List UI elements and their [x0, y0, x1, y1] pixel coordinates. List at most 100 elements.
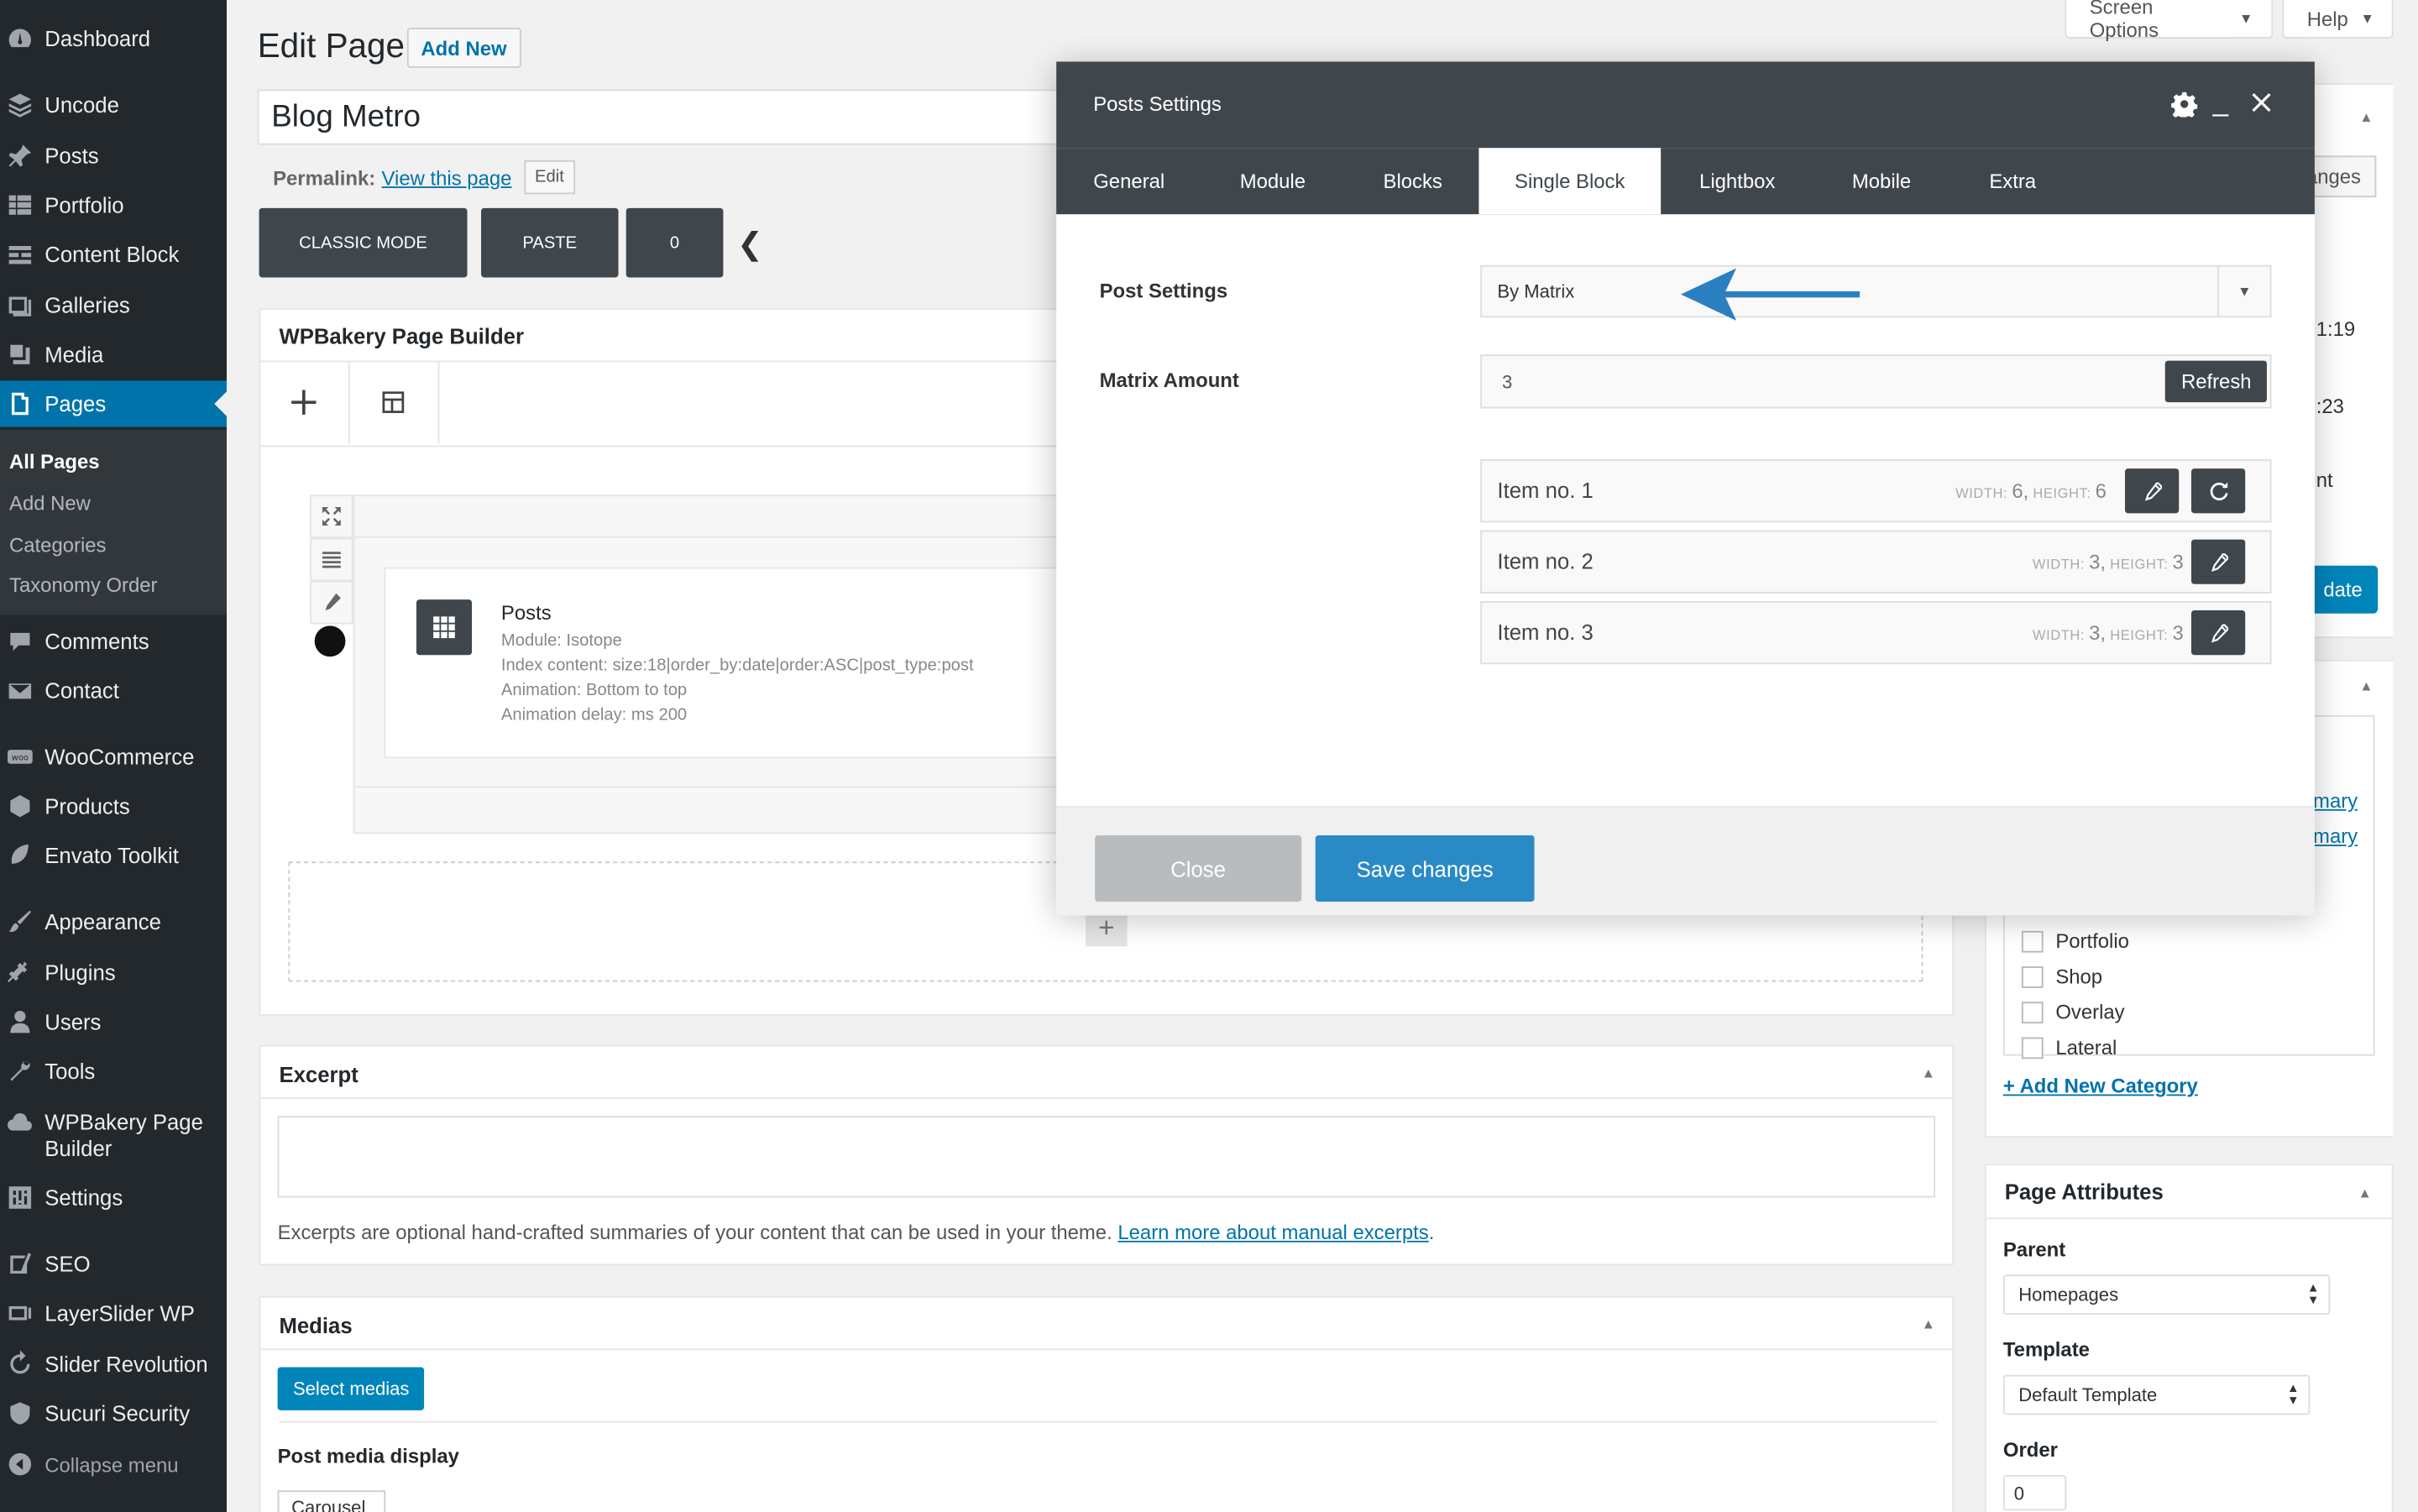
collapse-arrow-icon[interactable]: ▲: [1922, 1316, 1935, 1332]
pencil-icon: [325, 593, 341, 611]
collapse-arrow-icon[interactable]: ▲: [2359, 109, 2373, 124]
add-element-button[interactable]: [259, 360, 350, 444]
classic-mode-button[interactable]: CLASSIC MODE: [259, 207, 468, 278]
screen-options-tab[interactable]: Screen Options ▼: [2065, 0, 2274, 42]
sidebar-item-posts[interactable]: Posts: [0, 133, 227, 179]
slider-icon: [5, 1298, 36, 1329]
add-new-category-link[interactable]: + Add New Category: [2003, 1075, 2198, 1098]
category-portfolio[interactable]: Portfolio: [2021, 929, 2129, 953]
close-button[interactable]: Close: [1095, 835, 1302, 902]
row-fullscreen-button[interactable]: [310, 494, 353, 538]
submenu-taxonomy-order[interactable]: Taxonomy Order: [9, 573, 157, 597]
posts-settings-modal: Posts Settings _ General Module Blocks S…: [1056, 61, 2315, 916]
sidebar-item-seo[interactable]: SEO: [0, 1241, 227, 1287]
sidebar-item-users[interactable]: Users: [0, 999, 227, 1045]
sidebar-item-content-block[interactable]: Content Block: [0, 231, 227, 277]
category-shop[interactable]: Shop: [2021, 965, 2102, 988]
sidebar-item-woocommerce[interactable]: woo WooCommerce: [0, 734, 227, 780]
sidebar-item-contact[interactable]: Contact: [0, 667, 227, 714]
counter-button[interactable]: 0: [625, 207, 724, 278]
checkbox[interactable]: [2021, 1036, 2044, 1059]
edit-item-button[interactable]: [2124, 468, 2180, 514]
permalink-edit-button[interactable]: Edit: [524, 160, 575, 195]
tab-module[interactable]: Module: [1240, 148, 1306, 214]
sidebar-item-portfolio[interactable]: Portfolio: [0, 182, 227, 228]
category-lateral[interactable]: Lateral: [2021, 1036, 2117, 1059]
row-color-dot[interactable]: [314, 625, 346, 657]
collapse-menu-button[interactable]: Collapse menu: [0, 1441, 227, 1488]
order-value: 0: [2013, 1482, 2025, 1504]
submenu-add-new[interactable]: Add New: [9, 492, 91, 515]
checkbox[interactable]: [2021, 965, 2044, 987]
tab-mobile[interactable]: Mobile: [1852, 148, 1911, 214]
reset-item-button[interactable]: [2190, 468, 2246, 514]
help-tab[interactable]: Help ▼: [2282, 0, 2394, 39]
sidebar-item-appearance[interactable]: Appearance: [0, 898, 227, 944]
wpbakery-title: WPBakery Page Builder: [279, 323, 524, 348]
sidebar-item-slider-revolution[interactable]: Slider Revolution: [0, 1341, 227, 1387]
submenu-all-pages[interactable]: All Pages: [9, 450, 100, 473]
add-new-button[interactable]: Add New: [406, 28, 521, 68]
paste-button[interactable]: PASTE: [481, 207, 619, 278]
primary-link-2[interactable]: mary: [2313, 824, 2358, 848]
row-edit-button[interactable]: [310, 581, 353, 625]
tab-extra[interactable]: Extra: [1989, 148, 2036, 214]
category-overlay[interactable]: Overlay: [2021, 1000, 2125, 1023]
sidebar-item-layerslider[interactable]: LayerSlider WP: [0, 1290, 227, 1337]
box-icon: [5, 791, 36, 822]
template-select[interactable]: Default Template ▲ ▼: [2002, 1374, 2311, 1415]
checkbox[interactable]: [2021, 929, 2044, 952]
row-layout-button[interactable]: [310, 537, 353, 582]
sidebar-item-galleries[interactable]: Galleries: [0, 282, 227, 328]
sidebar-item-tools[interactable]: Tools: [0, 1048, 227, 1094]
tab-blocks[interactable]: Blocks: [1384, 148, 1442, 214]
post-title-input[interactable]: Blog Metro: [257, 89, 1091, 145]
sidebar-item-envato-toolkit[interactable]: Envato Toolkit: [0, 832, 227, 878]
collapse-arrow-icon[interactable]: ▲: [2358, 1185, 2371, 1201]
close-icon[interactable]: [2252, 92, 2272, 120]
permalink-link[interactable]: View this page: [382, 165, 512, 189]
post-settings-select[interactable]: By Matrix ▼: [1480, 264, 2272, 318]
sidebar-item-products[interactable]: Products: [0, 783, 227, 829]
help-label: Help: [2306, 7, 2348, 30]
excerpt-learn-more-link[interactable]: Learn more about manual excerpts: [1117, 1221, 1428, 1244]
height-value: 3: [2172, 550, 2184, 573]
sidebar-item-uncode[interactable]: Uncode: [0, 81, 227, 128]
sidebar-item-dashboard[interactable]: Dashboard: [0, 15, 227, 61]
matrix-amount-input[interactable]: 3 Refresh: [1480, 354, 2272, 409]
checkbox[interactable]: [2021, 1001, 2044, 1023]
collapse-arrow-icon[interactable]: ▲: [1922, 1065, 1935, 1080]
excerpt-help: Excerpts are optional hand-crafted summa…: [278, 1221, 1435, 1244]
post-media-display-select[interactable]: Carousel: [277, 1490, 386, 1512]
tab-general[interactable]: General: [1093, 148, 1165, 214]
gear-icon[interactable]: [2171, 91, 2198, 124]
height-label: HEIGHT:: [2110, 627, 2169, 643]
sidebar-item-comments[interactable]: Comments: [0, 618, 227, 664]
edit-item-button[interactable]: [2190, 610, 2246, 656]
posts-element[interactable]: Posts Module: Isotope Index content: siz…: [384, 567, 1066, 759]
chevron-left-icon[interactable]: ❮: [737, 225, 763, 264]
select-medias-button[interactable]: Select medias: [277, 1367, 425, 1410]
parent-select[interactable]: Homepages ▲ ▼: [2002, 1274, 2331, 1316]
sidebar-item-media[interactable]: Media: [0, 332, 227, 378]
save-changes-button[interactable]: Save changes: [1315, 835, 1535, 902]
refresh-button[interactable]: Refresh: [2165, 360, 2267, 403]
matrix-item-dims: WIDTH: 3, HEIGHT: 3: [2033, 550, 2184, 573]
sidebar-item-plugins[interactable]: Plugins: [0, 950, 227, 996]
templates-button[interactable]: [348, 360, 440, 444]
sidebar-item-pages[interactable]: Pages: [0, 380, 227, 427]
tab-single-block[interactable]: Single Block: [1479, 148, 1662, 215]
collapse-arrow-icon[interactable]: ▲: [2359, 678, 2373, 693]
excerpt-textarea[interactable]: [277, 1116, 1936, 1198]
modal-tabs: General Module Blocks Single Block Light…: [1056, 148, 2315, 215]
sidebar-item-wpbakery[interactable]: WPBakery Page Builder: [0, 1108, 227, 1169]
primary-link-1[interactable]: mary: [2313, 789, 2358, 813]
minimize-icon[interactable]: _: [2213, 86, 2228, 119]
order-input[interactable]: 0: [2002, 1474, 2067, 1511]
sidebar-item-settings[interactable]: Settings: [0, 1175, 227, 1221]
tab-lightbox[interactable]: Lightbox: [1699, 148, 1775, 214]
submenu-categories[interactable]: Categories: [9, 533, 106, 557]
edit-item-button[interactable]: [2190, 539, 2246, 584]
sidebar-item-sucuri[interactable]: Sucuri Security: [0, 1390, 227, 1436]
sidebar-item-label: Appearance: [44, 909, 161, 934]
